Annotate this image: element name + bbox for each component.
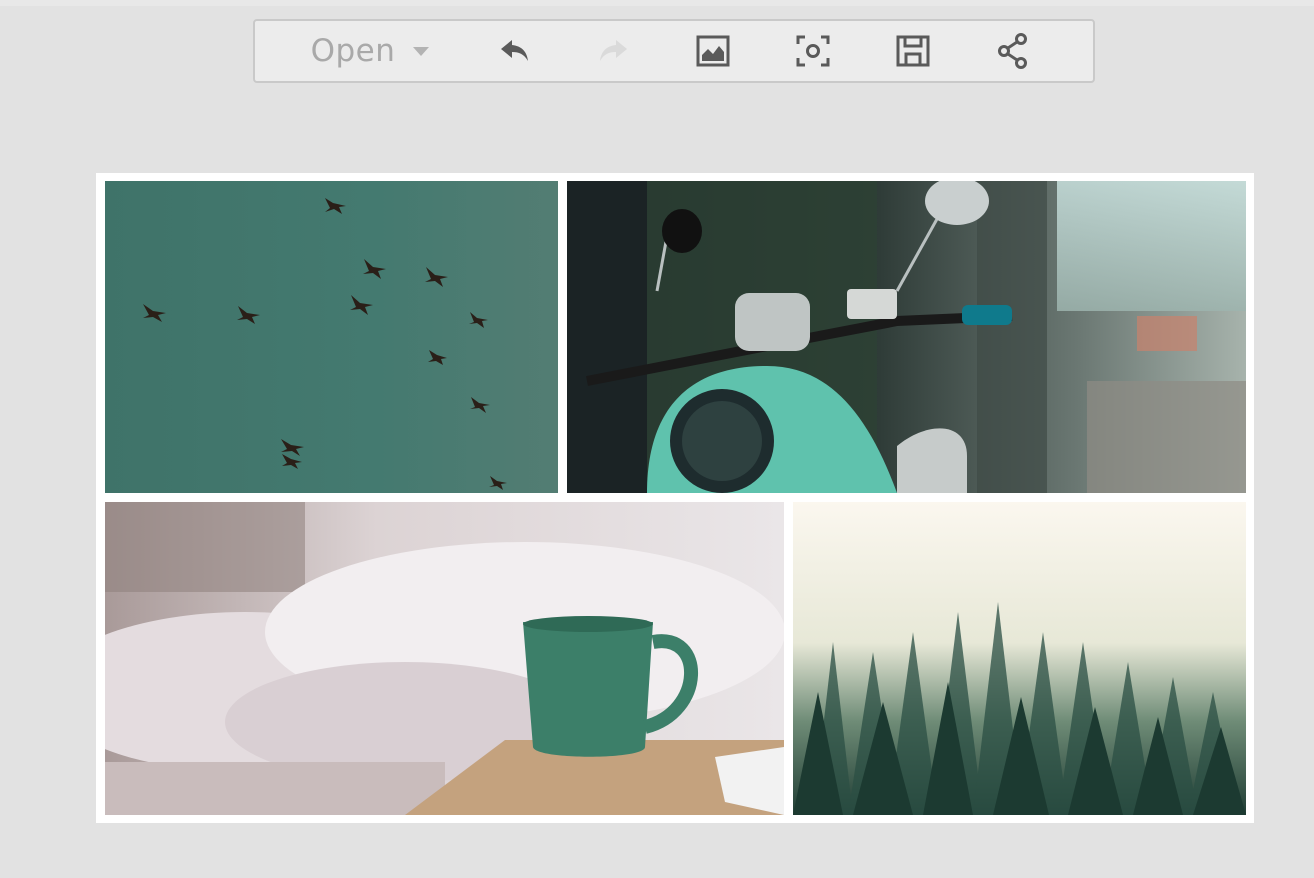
redo-icon — [600, 40, 627, 61]
window-top-edge — [0, 0, 1314, 6]
photo-mug-on-bedside-table[interactable] — [105, 502, 784, 815]
focus-icon — [796, 35, 830, 67]
save-button[interactable] — [885, 21, 941, 81]
focus-button[interactable] — [785, 21, 841, 81]
toolbar: Open — [253, 19, 1095, 83]
chevron-down-icon — [413, 46, 430, 56]
undo-button[interactable] — [487, 21, 543, 81]
image-icon — [696, 35, 730, 67]
share-button[interactable] — [985, 21, 1041, 81]
image-button[interactable] — [685, 21, 741, 81]
open-label: Open — [310, 33, 396, 69]
redo-button[interactable] — [585, 21, 641, 81]
photo-teal-scooter[interactable] — [567, 181, 1246, 493]
save-icon — [896, 35, 930, 67]
undo-icon — [501, 40, 528, 61]
share-icon — [998, 33, 1027, 69]
photo-birds-in-sky[interactable] — [105, 181, 558, 493]
photo-collage — [96, 173, 1254, 823]
photo-misty-pine-forest[interactable] — [793, 502, 1246, 815]
open-dropdown-button[interactable]: Open — [295, 21, 445, 81]
